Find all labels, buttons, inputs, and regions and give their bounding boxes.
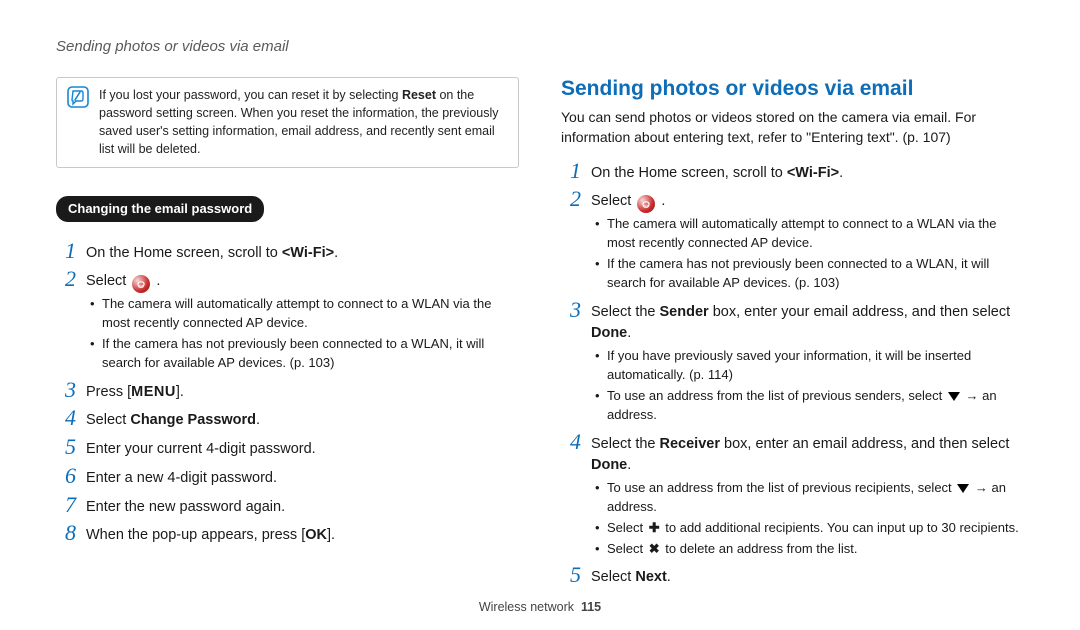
step-4: 4 Select the Receiver box, enter an emai… <box>561 431 1024 478</box>
bullet: Select ✚ to add additional recipients. Y… <box>595 519 1024 538</box>
right-column: Sending photos or videos via email You c… <box>561 77 1024 591</box>
bullet: If the camera has not previously been co… <box>90 335 519 373</box>
step-2-bullets: The camera will automatically attempt to… <box>56 295 519 372</box>
step-number: 4 <box>56 407 76 429</box>
bullet: To use an address from the list of previ… <box>595 387 1024 425</box>
note-icon <box>67 86 89 113</box>
step-body: Select Change Password. <box>86 407 260 432</box>
bullet: If the camera has not previously been co… <box>595 255 1024 293</box>
page-footer: Wireless network 115 <box>0 600 1080 614</box>
step-body: When the pop-up appears, press [OK]. <box>86 522 335 547</box>
down-triangle-icon <box>957 484 969 493</box>
step-body: Press [MENU]. <box>86 379 184 404</box>
step-6: 6 Enter a new 4-digit password. <box>56 465 519 490</box>
email-app-icon <box>637 195 655 213</box>
step-5: 5 Select Next. <box>561 564 1024 589</box>
page: Sending photos or videos via email If yo… <box>0 0 1080 630</box>
step-number: 2 <box>561 188 581 210</box>
x-icon: ✖ <box>649 540 660 559</box>
bullet: If you have previously saved your inform… <box>595 347 1024 385</box>
bullet: The camera will automatically attempt to… <box>595 215 1024 253</box>
section-title: Sending photos or videos via email <box>561 77 1024 101</box>
step-body: Select Next. <box>591 564 671 589</box>
step-number: 1 <box>56 240 76 262</box>
step-3: 3 Press [MENU]. <box>56 379 519 404</box>
left-column: If you lost your password, you can reset… <box>56 77 519 591</box>
step-number: 1 <box>561 160 581 182</box>
step-4-bullets: To use an address from the list of previ… <box>561 479 1024 558</box>
step-number: 6 <box>56 465 76 487</box>
step-3: 3 Select the Sender box, enter your emai… <box>561 299 1024 346</box>
step-number: 7 <box>56 494 76 516</box>
two-column-layout: If you lost your password, you can reset… <box>56 77 1024 591</box>
step-number: 8 <box>56 522 76 544</box>
step-body: Select . <box>591 188 665 213</box>
step-body: Enter a new 4-digit password. <box>86 465 277 490</box>
footer-page-number: 115 <box>581 600 601 614</box>
note-text: If you lost your password, you can reset… <box>99 86 508 159</box>
step-2-bullets: The camera will automatically attempt to… <box>561 215 1024 292</box>
step-2: 2 Select . <box>561 188 1024 213</box>
step-4: 4 Select Change Password. <box>56 407 519 432</box>
subsection-pill: Changing the email password <box>56 196 264 222</box>
page-header-breadcrumb: Sending photos or videos via email <box>56 38 1024 55</box>
email-app-icon <box>132 275 150 293</box>
step-number: 2 <box>56 268 76 290</box>
step-body: Select the Receiver box, enter an email … <box>591 431 1024 478</box>
down-triangle-icon <box>948 392 960 401</box>
ok-button-glyph: OK <box>305 527 327 543</box>
note-reset-word: Reset <box>402 88 436 102</box>
plus-icon: ✚ <box>649 519 660 538</box>
bullet: Select ✖ to delete an address from the l… <box>595 540 1024 559</box>
step-number: 3 <box>56 379 76 401</box>
step-5: 5 Enter your current 4-digit password. <box>56 436 519 461</box>
step-body: Enter your current 4-digit password. <box>86 436 316 461</box>
step-number: 4 <box>561 431 581 453</box>
step-1: 1 On the Home screen, scroll to <Wi-Fi>. <box>56 240 519 265</box>
step-body: Select . <box>86 268 160 293</box>
bullet: To use an address from the list of previ… <box>595 479 1024 517</box>
right-step-list: 1 On the Home screen, scroll to <Wi-Fi>.… <box>561 160 1024 590</box>
step-2: 2 Select . <box>56 268 519 293</box>
step-body: Enter the new password again. <box>86 494 285 519</box>
step-body: On the Home screen, scroll to <Wi-Fi>. <box>591 160 843 185</box>
step-3-bullets: If you have previously saved your inform… <box>561 347 1024 424</box>
section-intro: You can send photos or videos stored on … <box>561 107 1024 148</box>
step-number: 5 <box>56 436 76 458</box>
left-step-list: 1 On the Home screen, scroll to <Wi-Fi>.… <box>56 240 519 548</box>
step-8: 8 When the pop-up appears, press [OK]. <box>56 522 519 547</box>
step-number: 5 <box>561 564 581 586</box>
bullet: The camera will automatically attempt to… <box>90 295 519 333</box>
footer-section: Wireless network <box>479 600 574 614</box>
step-body: Select the Sender box, enter your email … <box>591 299 1024 346</box>
step-7: 7 Enter the new password again. <box>56 494 519 519</box>
step-body: On the Home screen, scroll to <Wi-Fi>. <box>86 240 338 265</box>
step-1: 1 On the Home screen, scroll to <Wi-Fi>. <box>561 160 1024 185</box>
step-number: 3 <box>561 299 581 321</box>
note-box: If you lost your password, you can reset… <box>56 77 519 168</box>
menu-button-glyph: MENU <box>131 384 176 400</box>
